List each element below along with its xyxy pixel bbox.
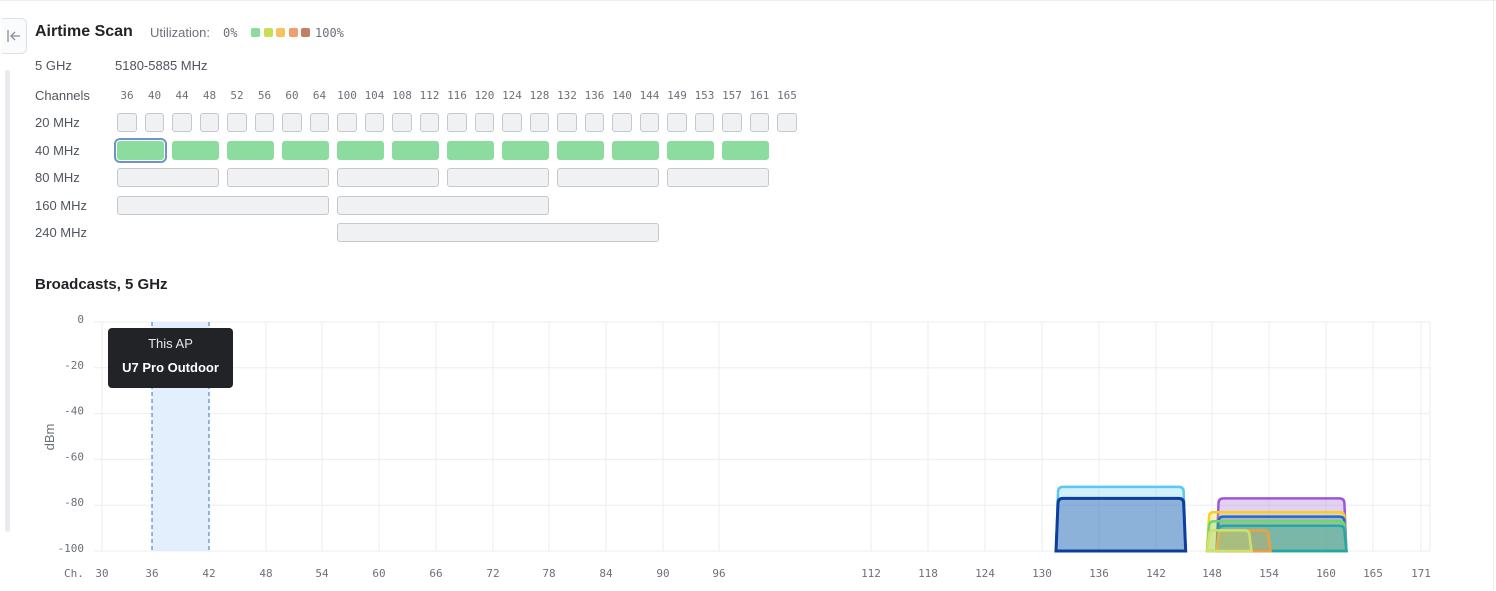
x-tick-label: 36 bbox=[145, 567, 158, 580]
x-tick-label: 84 bbox=[599, 567, 613, 580]
x-tick-label: 96 bbox=[712, 567, 725, 580]
x-axis-label: Ch. bbox=[64, 567, 84, 580]
x-tick-label: 54 bbox=[315, 567, 329, 580]
broadcast-signal bbox=[1054, 496, 1188, 553]
broadcasts-chart: 0 -20 -40 -60 -80 -100 30 36 42 48 54 60 66 72 78 84 90 9… bbox=[42, 313, 1431, 580]
x-tick-label: 66 bbox=[429, 567, 442, 580]
broadcast-signal bbox=[1205, 529, 1253, 553]
x-tick-label: 160 bbox=[1316, 567, 1336, 580]
x-tick-label: 78 bbox=[542, 567, 555, 580]
x-tick-label: 142 bbox=[1146, 567, 1166, 580]
tooltip-line1: This AP bbox=[148, 336, 193, 351]
x-tick-label: 136 bbox=[1089, 567, 1109, 580]
x-tick-label: 130 bbox=[1032, 567, 1052, 580]
x-tick-label: 165 bbox=[1363, 567, 1383, 580]
y-tick-label: -20 bbox=[64, 359, 84, 372]
x-tick-label: 118 bbox=[918, 567, 938, 580]
x-tick-label: 171 bbox=[1411, 567, 1431, 580]
y-tick-label: -40 bbox=[64, 405, 84, 418]
x-tick-label: 154 bbox=[1259, 567, 1279, 580]
x-tick-label: 60 bbox=[372, 567, 385, 580]
y-axis-label: dBm bbox=[42, 424, 57, 451]
x-tick-label: 90 bbox=[656, 567, 669, 580]
x-tick-label: 148 bbox=[1202, 567, 1222, 580]
x-tick-label: 112 bbox=[861, 567, 881, 580]
x-tick-label: 48 bbox=[259, 567, 272, 580]
x-tick-label: 42 bbox=[202, 567, 215, 580]
y-tick-label: 0 bbox=[77, 313, 84, 326]
x-tick-label: 30 bbox=[95, 567, 108, 580]
y-tick-label: -60 bbox=[64, 450, 84, 463]
x-tick-label: 72 bbox=[486, 567, 499, 580]
tooltip-line2: U7 Pro Outdoor bbox=[122, 360, 219, 375]
x-tick-label: 124 bbox=[975, 567, 995, 580]
y-tick-label: -80 bbox=[64, 496, 84, 509]
y-tick-label: -100 bbox=[58, 542, 85, 555]
this-ap-tooltip: This AP U7 Pro Outdoor bbox=[108, 328, 233, 388]
